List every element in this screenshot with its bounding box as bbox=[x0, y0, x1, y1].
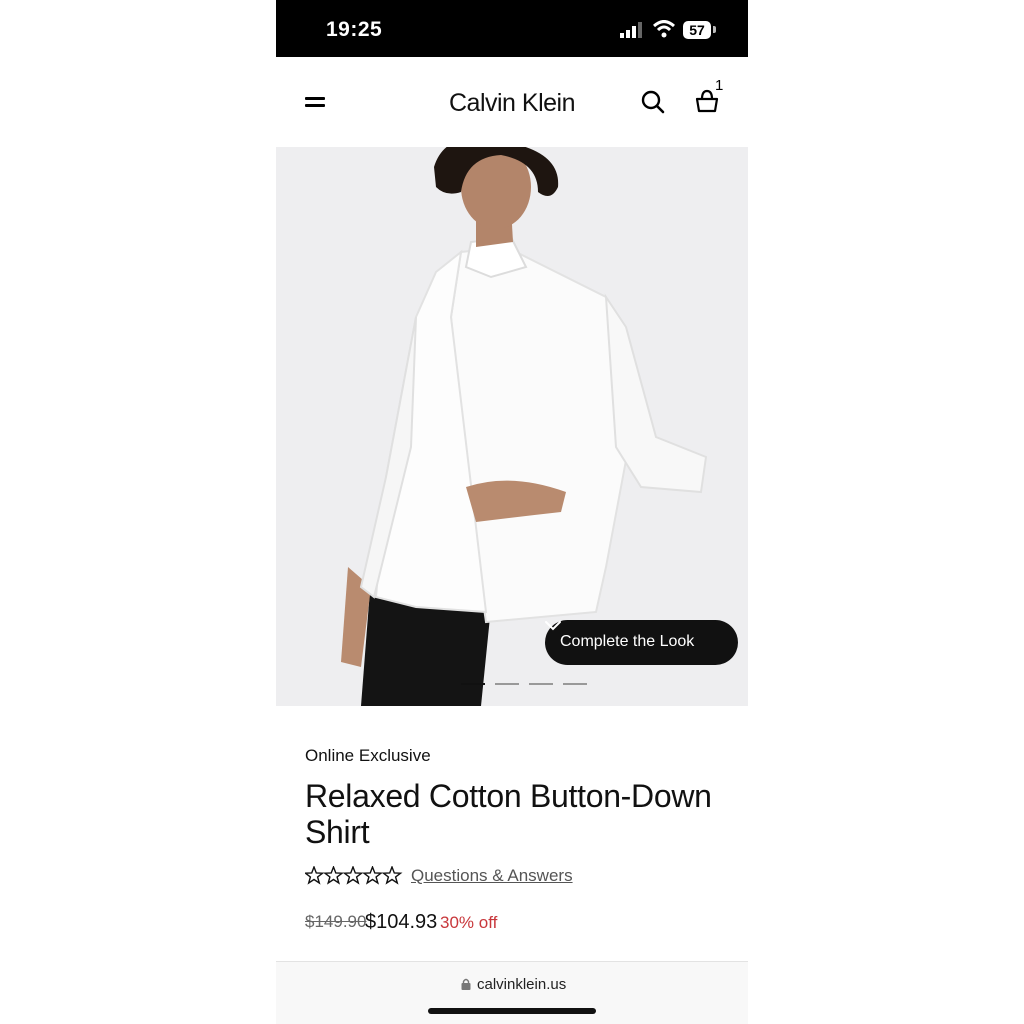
star-icon bbox=[381, 866, 403, 885]
status-bar: 19:25 57 bbox=[276, 0, 748, 57]
phone-screen: 19:25 57 Calvin Klein 1 Complete the Loo… bbox=[276, 0, 748, 1024]
star-icon bbox=[323, 866, 344, 885]
carousel-dot[interactable] bbox=[529, 683, 553, 685]
signal-icon bbox=[620, 22, 642, 38]
product-title: Relaxed Cotton Button-Down Shirt bbox=[305, 778, 712, 850]
home-indicator[interactable] bbox=[428, 1008, 596, 1014]
questions-answers-link[interactable]: Questions & Answers bbox=[411, 866, 573, 886]
battery-icon: 57 bbox=[683, 21, 711, 39]
online-exclusive-badge: Online Exclusive bbox=[305, 746, 431, 765]
star-icon bbox=[342, 866, 364, 885]
carousel-dot[interactable] bbox=[495, 683, 519, 685]
star-icon bbox=[305, 866, 325, 885]
status-time: 19:25 bbox=[326, 18, 383, 41]
lock-icon bbox=[461, 978, 471, 990]
complete-the-look-label: Complete the Look bbox=[560, 633, 695, 650]
cart-count-badge: 1 bbox=[715, 77, 724, 94]
discount-label: 30% off bbox=[440, 913, 498, 932]
brand-logo[interactable]: Calvin Klein bbox=[276, 89, 748, 118]
carousel-dot[interactable] bbox=[563, 683, 587, 685]
sale-price: $104.93 bbox=[365, 911, 438, 933]
carousel-indicator[interactable] bbox=[461, 683, 591, 685]
carousel-dot[interactable] bbox=[461, 683, 485, 685]
star-icon bbox=[362, 866, 383, 885]
product-image[interactable]: Complete the Look bbox=[276, 147, 748, 706]
search-icon[interactable] bbox=[641, 90, 665, 114]
url-text[interactable]: calvinklein.us bbox=[477, 976, 566, 993]
wifi-icon bbox=[653, 20, 675, 38]
site-header: Calvin Klein 1 bbox=[276, 57, 748, 147]
browser-url-bar[interactable]: calvinklein.us bbox=[276, 962, 748, 1024]
chevron-down-icon bbox=[545, 621, 561, 631]
battery-tip bbox=[713, 26, 716, 33]
complete-the-look-button[interactable]: Complete the Look bbox=[545, 620, 738, 665]
rating-stars[interactable] bbox=[305, 866, 403, 886]
original-price: $149.90 bbox=[305, 912, 367, 931]
